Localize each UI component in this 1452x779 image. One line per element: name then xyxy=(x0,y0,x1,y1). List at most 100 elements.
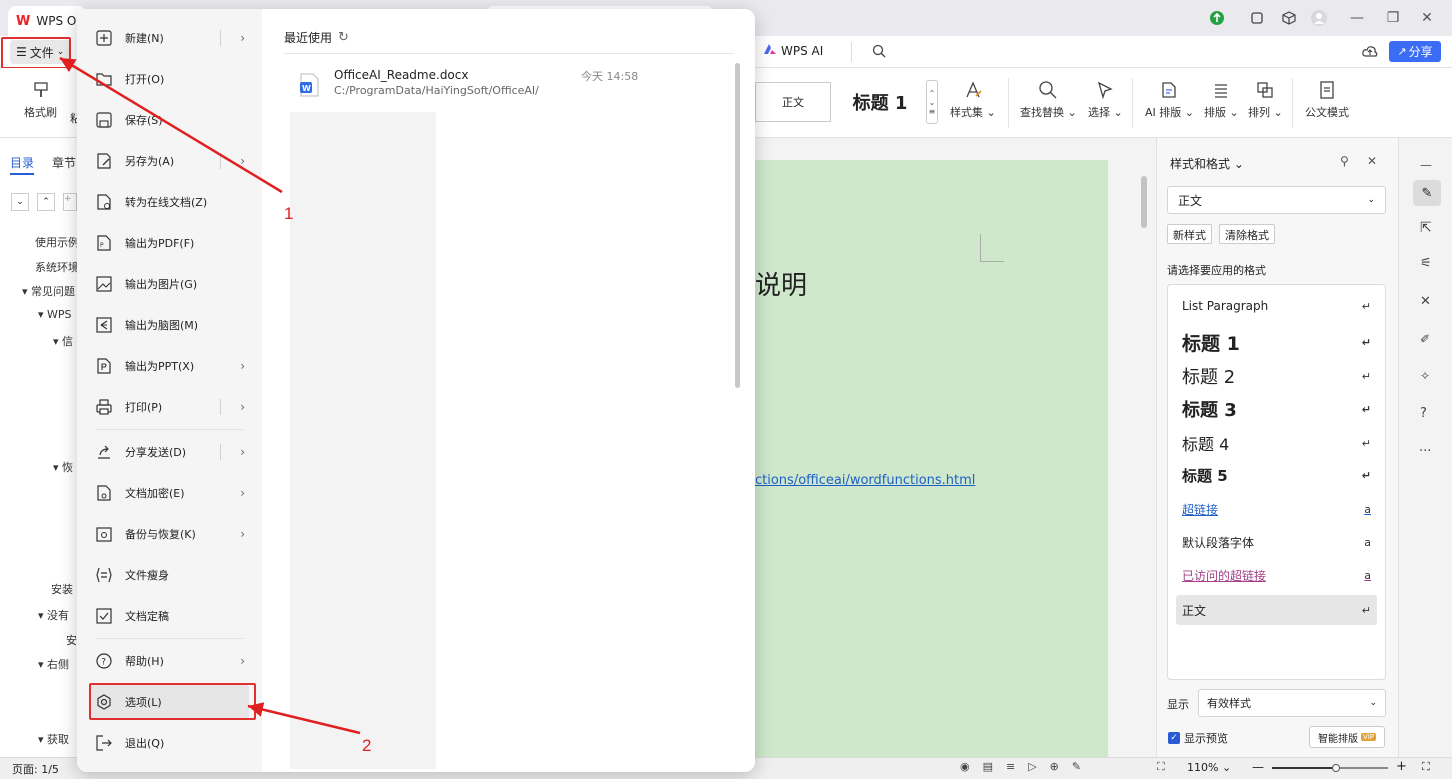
style-scroll-control[interactable]: ⌃ ⌄ ≡ xyxy=(926,80,938,124)
menu-item-export-image[interactable]: 输出为图片(G) xyxy=(89,266,249,302)
nav-item[interactable]: 系统环境 xyxy=(35,259,79,275)
menu-item-open[interactable]: 打开(O) xyxy=(89,61,249,97)
sparkle-icon[interactable]: ✧ xyxy=(1420,369,1430,383)
page-indicator[interactable]: 页面: 1/5 xyxy=(12,761,59,777)
pen-icon[interactable]: ✎ xyxy=(1413,180,1441,206)
style-normal-box[interactable]: 正文 xyxy=(755,82,831,122)
cursor-icon[interactable]: ⇱ xyxy=(1420,220,1432,236)
help-icon[interactable]: ? xyxy=(1420,406,1427,421)
minimize-icon[interactable]: — xyxy=(1348,9,1366,27)
nav-item[interactable]: ▾ 获取 xyxy=(38,731,69,747)
view-mode-icons[interactable]: ◉▤≡▷⊕✎ xyxy=(960,760,1094,773)
menu-item-online-doc[interactable]: 转为在线文档(Z) xyxy=(89,184,249,220)
select-button[interactable]: 选择 ⌄ xyxy=(1088,80,1123,120)
zoom-out-icon[interactable]: — xyxy=(1252,760,1264,774)
style-item[interactable]: 标题 1 ↵ xyxy=(1182,329,1371,356)
collapse-icon[interactable]: — xyxy=(1420,158,1432,172)
cube-icon[interactable] xyxy=(1280,9,1298,27)
menu-scrollbar[interactable] xyxy=(735,63,740,388)
preview-checkbox[interactable]: ✓ 显示预览 xyxy=(1168,730,1228,746)
tools-icon[interactable]: ✕ xyxy=(1420,294,1431,309)
nav-item[interactable]: ▾ 常见问题 xyxy=(22,283,75,299)
menu-item-share[interactable]: 分享发送(D) › xyxy=(89,434,249,470)
style-item-selected[interactable]: 正文 ↵ xyxy=(1176,595,1377,625)
nav-item[interactable]: 安 xyxy=(66,632,77,648)
nav-item[interactable]: ▾ 恢 xyxy=(53,459,73,475)
restore-icon[interactable]: ❐ xyxy=(1384,9,1402,27)
share-button[interactable]: ↗ 分享 xyxy=(1389,41,1441,62)
new-style-button[interactable]: 新样式 xyxy=(1167,224,1212,244)
menu-item-export-mindmap[interactable]: 输出为脑图(M) xyxy=(89,307,249,343)
layout-button[interactable]: 排版 ⌄ xyxy=(1204,80,1239,120)
style-item[interactable]: 默认段落字体 a xyxy=(1182,534,1371,551)
style-item[interactable]: 标题 2 ↵ xyxy=(1182,363,1371,389)
menu-item-print[interactable]: 打印(P) › xyxy=(89,389,249,425)
collapse-all-icon[interactable]: ⌄ xyxy=(11,193,29,211)
cloud-upload-icon[interactable] xyxy=(1362,44,1378,58)
style-item[interactable]: 标题 4 ↵ xyxy=(1182,431,1371,455)
document-page[interactable] xyxy=(755,160,1108,760)
menu-item-save[interactable]: 保存(S) xyxy=(89,102,249,138)
style-item[interactable]: 已访问的超链接 a xyxy=(1182,567,1371,584)
style-item[interactable]: 超链接 a xyxy=(1182,501,1371,518)
style-set-button[interactable]: 样式集 ⌄ xyxy=(950,80,996,120)
document-link[interactable]: ctions/officeai/wordfunctions.html xyxy=(755,473,975,488)
fullscreen-icon[interactable]: ⛶ xyxy=(1422,760,1430,774)
ai-layout-button[interactable]: AI 排版 ⌄ xyxy=(1145,80,1194,120)
close-icon[interactable]: ✕ xyxy=(1418,9,1436,27)
sliders-icon[interactable]: ⚟ xyxy=(1420,256,1432,271)
document-scroll-thumb[interactable] xyxy=(1141,176,1147,228)
avatar[interactable] xyxy=(1310,9,1328,27)
find-replace-button[interactable]: 查找替换 ⌄ xyxy=(1020,80,1077,120)
current-style-select[interactable]: 正文 ⌄ xyxy=(1167,186,1386,214)
tab-chapters[interactable]: 章节 xyxy=(52,154,76,171)
arrange-button[interactable]: 排列 ⌄ xyxy=(1248,80,1283,120)
nav-item[interactable]: ▾ 没有 xyxy=(38,607,69,623)
document-scrollbar[interactable] xyxy=(1140,138,1152,758)
show-filter-select[interactable]: 有效样式 ⌄ xyxy=(1198,689,1386,717)
window-icon[interactable] xyxy=(1248,9,1266,27)
menu-item-exit[interactable]: 退出(Q) xyxy=(89,725,249,761)
highlight-box-options xyxy=(89,683,256,720)
zoom-value[interactable]: 110% ⌄ xyxy=(1187,761,1231,774)
wps-ai-tab[interactable]: WPS AI xyxy=(763,43,823,58)
nav-item[interactable]: 安装 xyxy=(51,581,73,597)
clear-format-button[interactable]: 清除格式 xyxy=(1219,224,1275,244)
nav-item[interactable]: ▾ 右侧 xyxy=(38,656,69,672)
zoom-in-icon[interactable]: + xyxy=(1396,759,1407,774)
more-icon[interactable]: ··· xyxy=(1419,444,1431,459)
panel-close-icon[interactable]: ✕ xyxy=(1367,154,1377,168)
menu-item-new[interactable]: 新建(N) › xyxy=(89,20,249,56)
fit-icon[interactable]: ⛶ xyxy=(1157,760,1165,774)
style-item[interactable]: 标题 5 ↵ xyxy=(1182,465,1371,486)
select-label: 选择 ⌄ xyxy=(1088,106,1123,119)
nav-item[interactable]: ▾ 信 xyxy=(53,333,73,349)
add-icon[interactable]: + xyxy=(63,193,77,211)
menu-item-finalize[interactable]: 文档定稿 xyxy=(89,598,249,634)
search-icon[interactable] xyxy=(872,44,886,58)
menu-item-save-as[interactable]: 另存为(A) › xyxy=(89,143,249,179)
menu-item-slim[interactable]: 文件瘦身 xyxy=(89,557,249,593)
format-painter-button[interactable]: 格式刷 xyxy=(24,80,57,120)
menu-item-encrypt[interactable]: 文档加密(E) › xyxy=(89,475,249,511)
menu-item-help[interactable]: ? 帮助(H) › xyxy=(89,643,249,679)
update-icon[interactable] xyxy=(1208,9,1226,27)
menu-item-backup[interactable]: 备份与恢复(K) › xyxy=(89,516,249,552)
menu-item-export-ppt[interactable]: 输出为PPT(X) › xyxy=(89,348,249,384)
expand-up-icon[interactable]: ⌃ xyxy=(37,193,55,211)
style-heading1-box[interactable]: 标题 1 xyxy=(836,82,924,122)
recent-file-row[interactable]: W OfficeAI_Readme.docx C:/ProgramData/Ha… xyxy=(292,65,642,105)
wps-app-tab[interactable]: W WPS O xyxy=(8,6,86,36)
zoom-slider-thumb[interactable] xyxy=(1332,764,1340,772)
official-doc-mode-button[interactable]: 公文模式 xyxy=(1305,80,1349,120)
pin-icon[interactable]: ⚲ xyxy=(1340,154,1349,168)
nav-item[interactable]: ▾ WPS xyxy=(38,308,72,321)
style-item[interactable]: 标题 3 ↵ xyxy=(1182,396,1371,422)
nav-item[interactable]: 使用示例 xyxy=(35,234,79,250)
menu-item-export-pdf[interactable]: P 输出为PDF(F) xyxy=(89,225,249,261)
tab-toc[interactable]: 目录 xyxy=(10,154,35,175)
translate-icon[interactable]: ✐ xyxy=(1420,332,1430,346)
smart-layout-button[interactable]: 智能排版 VIP xyxy=(1309,726,1385,748)
style-item[interactable]: List Paragraph ↵ xyxy=(1182,299,1371,313)
refresh-icon[interactable]: ↻ xyxy=(338,30,349,45)
